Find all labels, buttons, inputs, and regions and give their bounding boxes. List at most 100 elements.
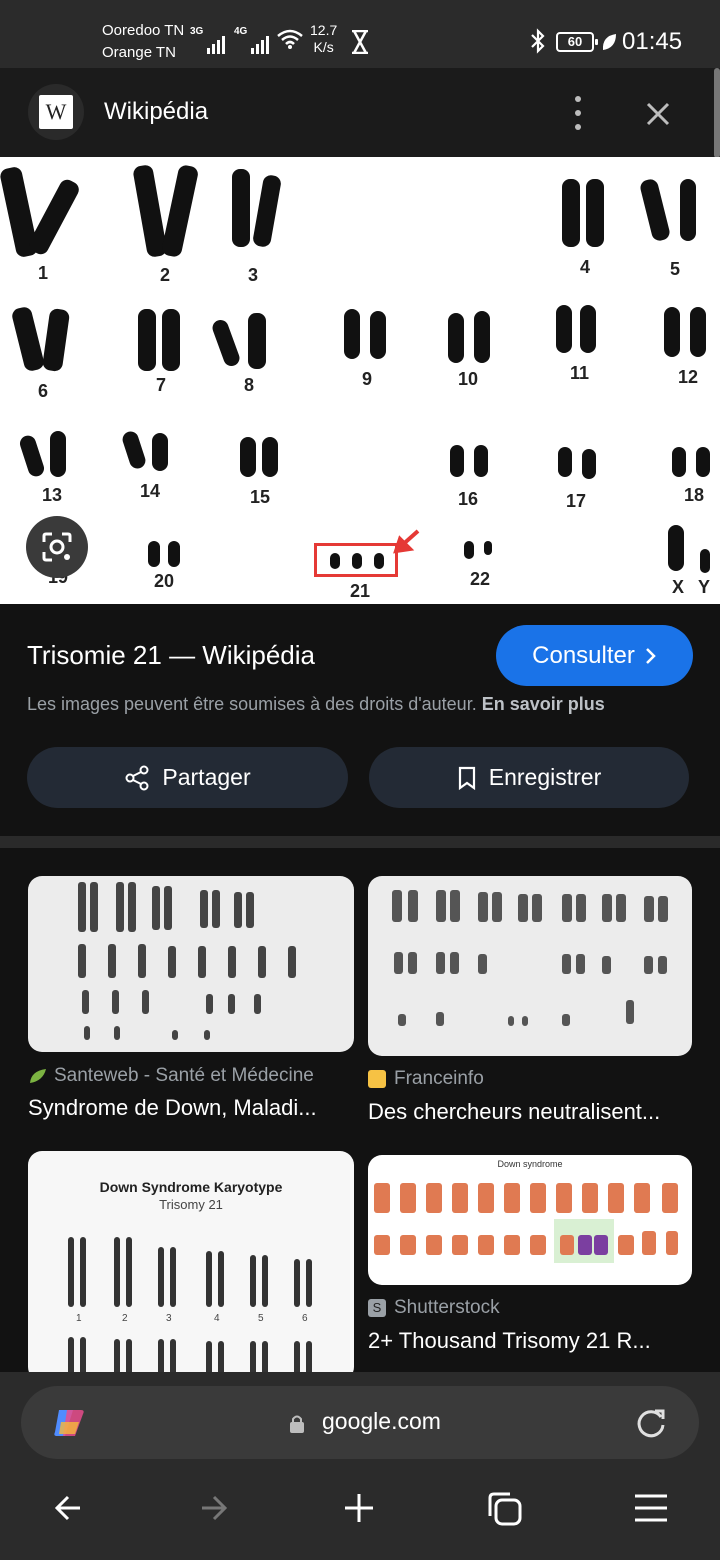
share-button[interactable]: Partager <box>27 747 348 808</box>
label-y: Y <box>698 577 711 597</box>
related-caption-1[interactable]: Syndrome de Down, Maladi... <box>28 1095 354 1121</box>
reload-icon[interactable] <box>633 1405 669 1441</box>
label-16: 16 <box>458 489 479 509</box>
more-options-icon[interactable] <box>566 96 590 130</box>
label-5: 5 <box>670 259 681 279</box>
leaf-icon <box>602 34 616 50</box>
lock-icon <box>290 1415 304 1433</box>
related-image-2[interactable] <box>368 876 692 1056</box>
related-image-4-title: Down syndrome <box>497 1159 563 1169</box>
santeweb-leaf-icon <box>28 1067 46 1085</box>
label-2: 2 <box>160 265 171 285</box>
consult-label: Consulter <box>532 641 635 669</box>
network-type-1: 3G <box>190 26 204 37</box>
google-lens-button[interactable] <box>26 516 88 578</box>
related-image-3-label-5: 5 <box>258 1313 264 1324</box>
label-10: 10 <box>458 369 479 389</box>
battery-indicator: 60 <box>556 32 598 52</box>
share-icon <box>125 765 149 790</box>
carrier-names: Ooredoo TN Orange TN <box>102 20 184 64</box>
related-caption-2[interactable]: Des chercheurs neutralisent... <box>368 1099 698 1125</box>
related-source-2: Franceinfo <box>368 1068 484 1090</box>
scrollbar[interactable] <box>714 68 720 158</box>
related-image-3[interactable]: Down Syndrome Karyotype Trisomy 21 1 2 3… <box>28 1151 354 1381</box>
label-6: 6 <box>38 381 49 401</box>
save-label: Enregistrer <box>488 764 602 790</box>
label-13: 13 <box>42 485 63 505</box>
site-title[interactable]: Wikipédia <box>104 98 208 126</box>
new-tab-icon[interactable] <box>341 1490 377 1526</box>
related-image-3-label-3: 3 <box>166 1313 172 1324</box>
copilot-icon[interactable] <box>51 1404 89 1442</box>
lens-search-icon <box>42 532 72 562</box>
label-22: 22 <box>470 569 491 589</box>
section-divider <box>0 836 720 848</box>
label-9: 9 <box>362 369 373 389</box>
carrier-2: Orange TN <box>102 44 176 61</box>
related-caption-4[interactable]: 2+ Thousand Trisomy 21 R... <box>368 1328 698 1354</box>
close-icon[interactable] <box>640 96 676 132</box>
result-title[interactable]: Trisomie 21 — Wikipédia <box>27 640 315 671</box>
speed-value: 12.7 <box>310 22 338 38</box>
signal-1-icon: 3G <box>190 26 226 54</box>
label-x: X <box>672 577 685 597</box>
forward-icon[interactable] <box>196 1490 232 1526</box>
related-source-4-name: Shutterstock <box>394 1297 500 1318</box>
address-bar[interactable]: google.com <box>21 1386 699 1459</box>
carrier-1: Ooredoo TN <box>102 22 185 39</box>
label-14: 14 <box>140 481 161 501</box>
related-image-3-label-4: 4 <box>214 1313 220 1324</box>
label-7: 7 <box>156 375 167 395</box>
related-image-3-label-1: 1 <box>76 1313 82 1324</box>
share-label: Partager <box>162 764 251 790</box>
label-21: 21 <box>350 581 371 601</box>
label-15: 15 <box>250 487 271 507</box>
wikipedia-logo: W <box>28 84 84 140</box>
wifi-icon <box>277 29 303 49</box>
signal-2-icon: 4G <box>234 26 270 54</box>
copyright-notice: Les images peuvent être soumises à des d… <box>27 694 605 715</box>
label-20: 20 <box>154 571 175 591</box>
karyotype-image[interactable]: 1 2 3 4 5 6 7 8 9 10 11 12 13 14 15 16 1… <box>0 157 720 604</box>
related-source-2-name: Franceinfo <box>394 1068 484 1089</box>
tabs-icon[interactable] <box>486 1490 524 1528</box>
label-4: 4 <box>580 257 591 277</box>
label-12: 12 <box>678 367 699 387</box>
label-11: 11 <box>570 363 590 383</box>
related-source-1: Santeweb - Santé et Médecine <box>28 1065 314 1087</box>
label-17: 17 <box>566 491 587 511</box>
label-18: 18 <box>684 485 705 505</box>
related-image-1[interactable] <box>28 876 354 1052</box>
network-speed: 12.7 K/s <box>310 22 337 56</box>
network-type-2: 4G <box>234 26 248 37</box>
back-icon[interactable] <box>50 1490 86 1526</box>
shutterstock-icon: S <box>368 1299 386 1317</box>
related-image-3-label-2: 2 <box>122 1313 128 1324</box>
save-button[interactable]: Enregistrer <box>369 747 689 808</box>
consult-button[interactable]: Consulter <box>496 625 693 686</box>
speed-unit: K/s <box>313 39 334 55</box>
related-image-4[interactable]: Down syndrome <box>368 1155 692 1285</box>
copyright-text: Les images peuvent être soumises à des d… <box>27 694 477 714</box>
related-image-3-subtitle: Trisomy 21 <box>159 1197 223 1212</box>
learn-more-link[interactable]: En savoir plus <box>482 694 605 714</box>
label-3: 3 <box>248 265 259 285</box>
bookmark-icon <box>458 766 475 790</box>
url-text[interactable]: google.com <box>322 1408 441 1435</box>
menu-icon[interactable] <box>632 1490 670 1526</box>
related-image-3-label-6: 6 <box>302 1313 308 1324</box>
clock: 01:45 <box>622 28 683 55</box>
franceinfo-icon <box>368 1070 386 1088</box>
label-8: 8 <box>244 375 255 395</box>
browser-bottom-bar: google.com <box>0 1372 720 1560</box>
related-source-1-name: Santeweb - Santé et Médecine <box>54 1065 314 1086</box>
chevron-right-icon <box>645 647 656 664</box>
bluetooth-icon <box>531 28 545 54</box>
wikipedia-w-icon: W <box>39 95 73 129</box>
related-image-3-title: Down Syndrome Karyotype <box>99 1179 283 1195</box>
status-bar: Ooredoo TN Orange TN 3G 4G 12.7 K/s 60 0… <box>0 0 720 68</box>
label-1: 1 <box>38 263 49 283</box>
viewer-header: W Wikipédia <box>0 68 720 157</box>
related-source-4: S Shutterstock <box>368 1297 500 1319</box>
hourglass-icon <box>352 30 368 54</box>
